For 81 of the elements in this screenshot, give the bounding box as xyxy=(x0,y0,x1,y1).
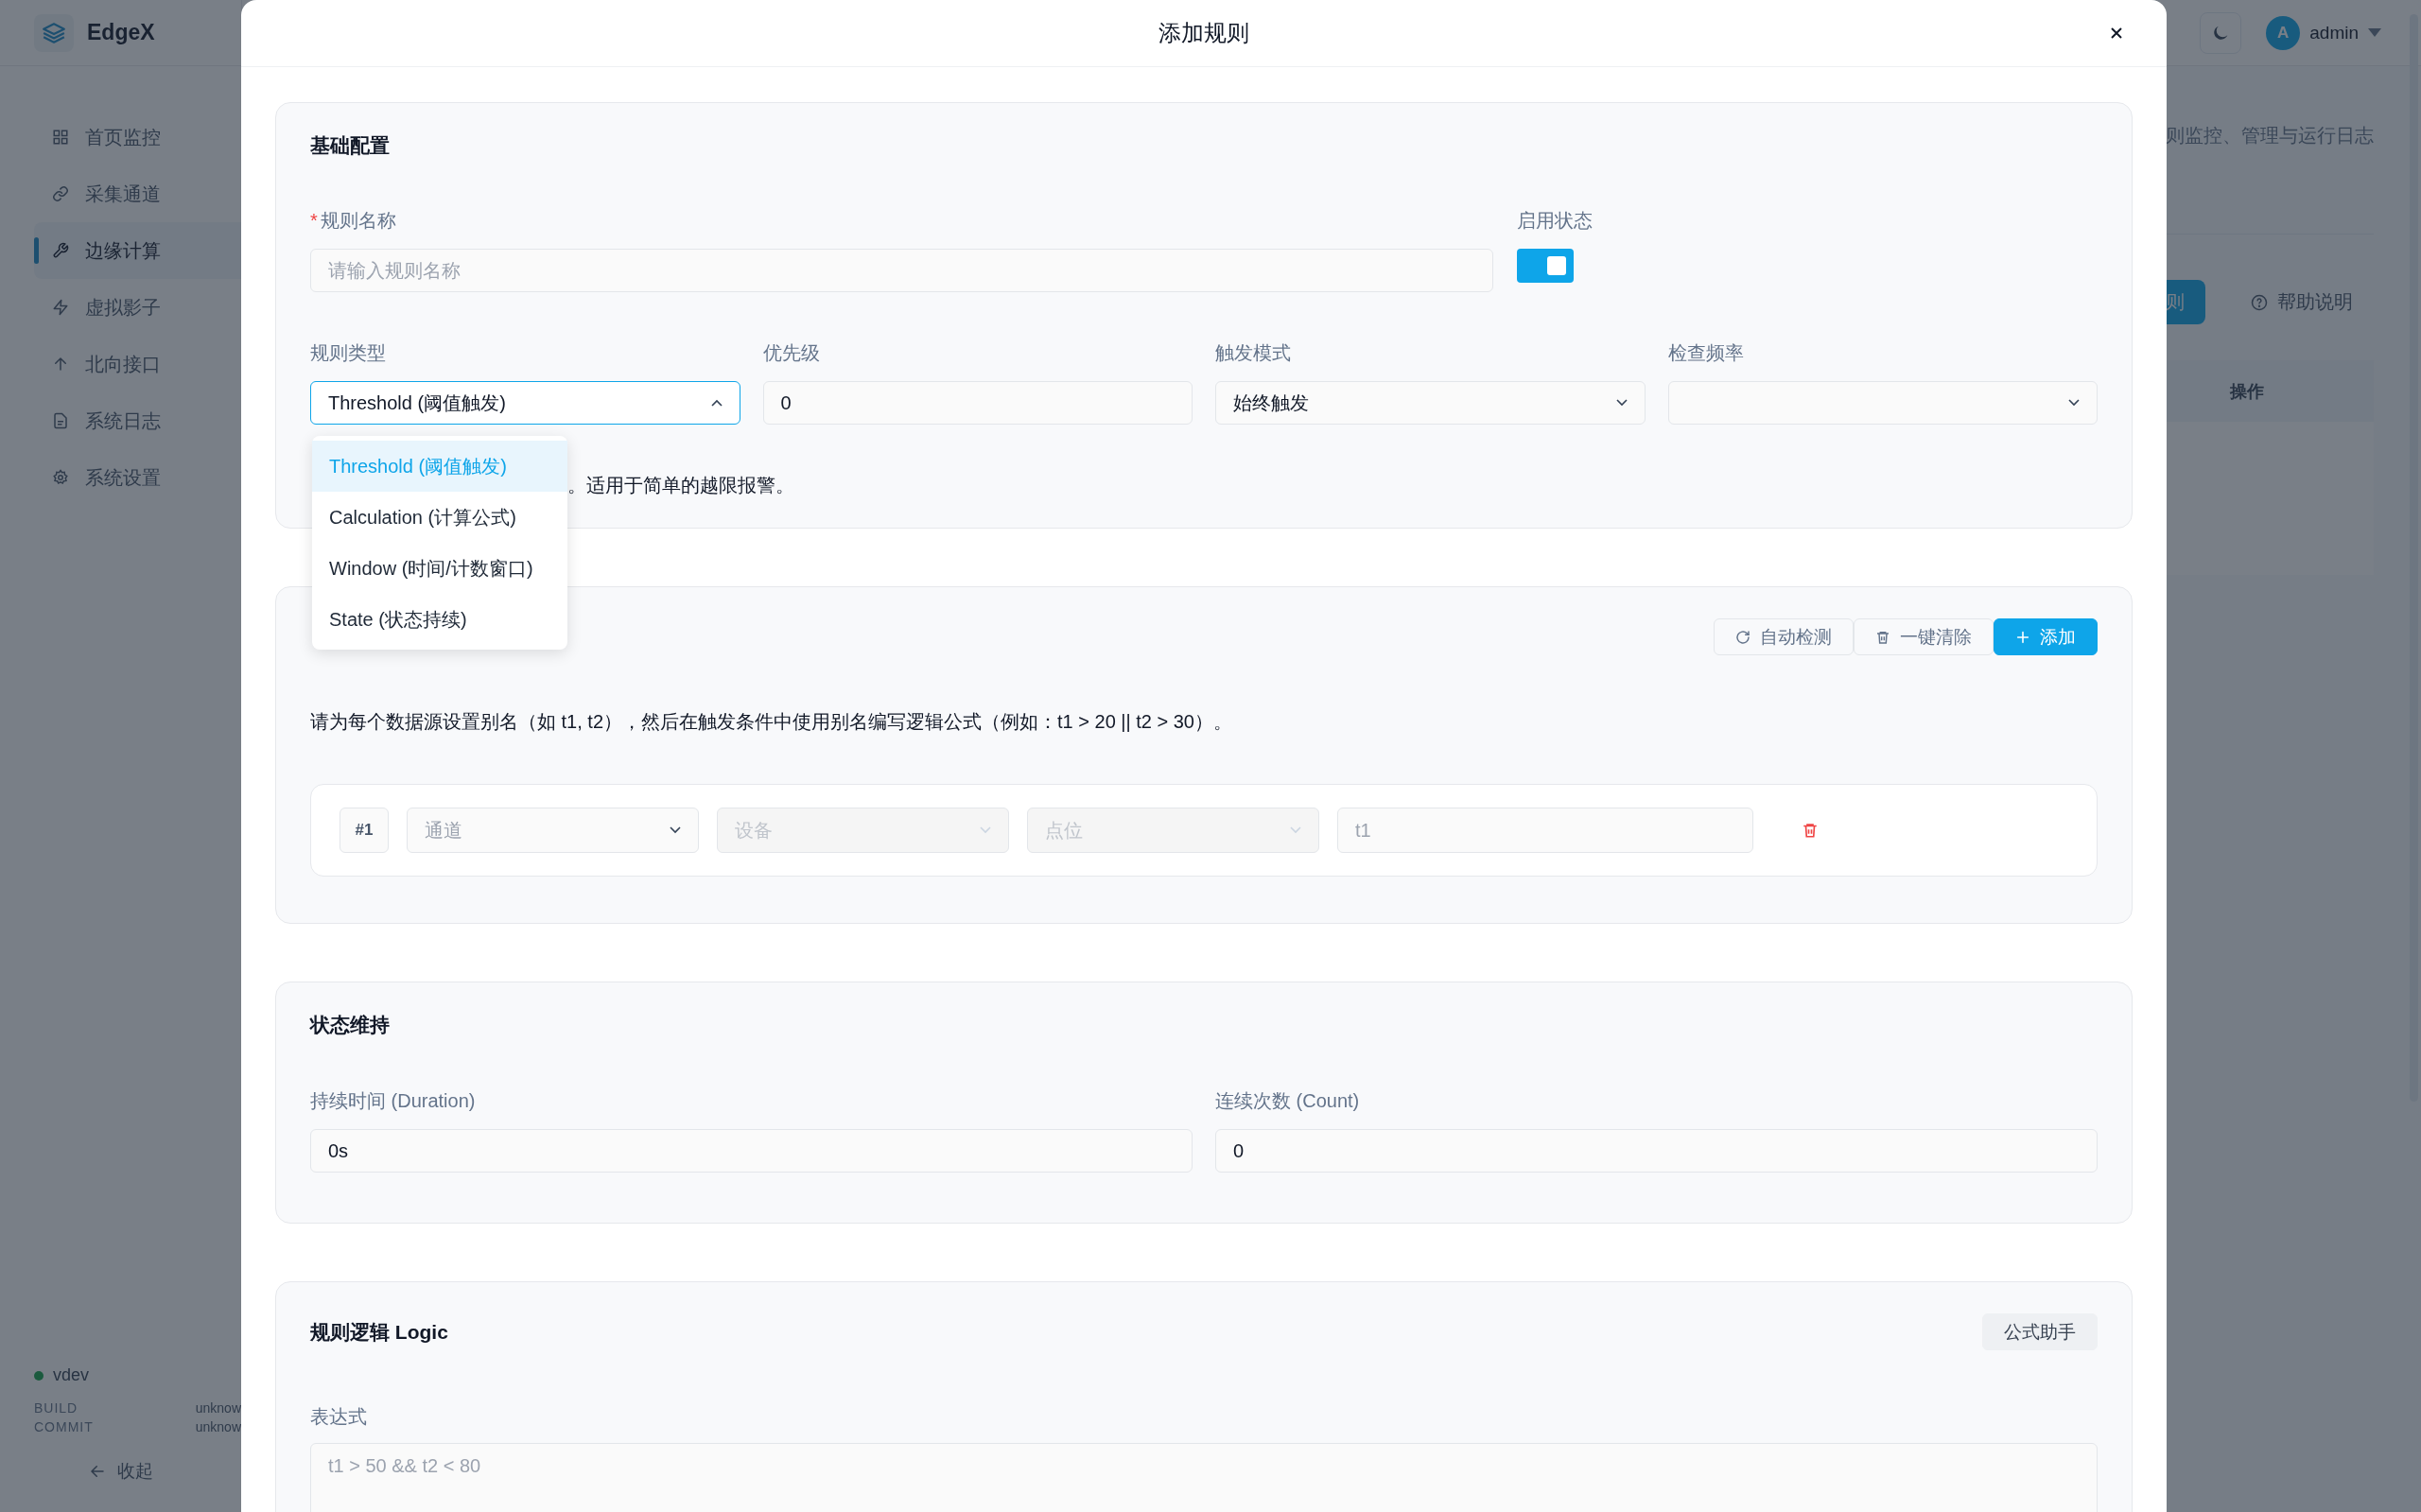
nav-item[interactable]: 系统日志 xyxy=(34,392,241,449)
add-button[interactable]: 添加 xyxy=(1994,618,2098,655)
number-input[interactable]: 0 xyxy=(1215,1129,2098,1173)
formula-helper-button[interactable]: 公式助手 xyxy=(1982,1313,2098,1350)
field-label: 连续次数 (Count) xyxy=(1215,1089,1361,1112)
build-value: unknow xyxy=(195,1399,241,1417)
rule-type-hint: 。适用于简单的越限报警。 xyxy=(567,474,795,496)
field-label: 触发模式 xyxy=(1215,341,1292,364)
section-title: 基础配置 xyxy=(310,134,391,157)
source-select[interactable]: 通道 xyxy=(407,808,699,853)
trash-icon xyxy=(1875,629,1890,645)
active-indicator xyxy=(34,237,39,264)
link-icon xyxy=(52,185,69,202)
chevron-down-icon xyxy=(1615,399,1628,407)
field-label: 检查频率 xyxy=(1667,341,1745,364)
commit-value: unknow xyxy=(195,1418,241,1436)
rule-name-input[interactable]: 请输入规则名称 xyxy=(310,249,1493,292)
dropdown-option[interactable]: State (状态持续) xyxy=(312,594,567,645)
toggle-switch[interactable] xyxy=(1517,249,1574,283)
expression-field[interactable]: t1 > 50 && t2 < 80 xyxy=(310,1443,2098,1512)
rule-type-select[interactable]: Threshold (阈值触发) xyxy=(310,381,740,425)
section-title: 状态维持 xyxy=(310,1014,391,1036)
page-subtitle: 则监控、管理与运行日志 xyxy=(2166,125,2374,146)
clear-button[interactable]: 一键清除 xyxy=(1854,618,1994,655)
delete-icon[interactable] xyxy=(1802,822,1819,839)
theme-toggle-button[interactable] xyxy=(2200,11,2242,54)
data-source-hint: 请为每个数据源设置别名（如 t1, t2），然后在触发条件中使用别名编写逻辑公式（例如：t1 > 20 || t2 > 30）。 xyxy=(310,710,1233,733)
nav-item[interactable]: 虚拟影子 xyxy=(34,279,241,336)
trigger-mode-select[interactable]: 始终触发 xyxy=(1215,381,1646,425)
settings-icon xyxy=(52,469,69,486)
collapse-button[interactable]: 收起 xyxy=(88,1459,153,1484)
arrow-up-icon xyxy=(52,356,69,373)
user-name: admin xyxy=(2309,22,2359,43)
chevron-down-icon xyxy=(2068,399,2080,407)
help-link[interactable]: 帮助说明 xyxy=(2251,289,2353,315)
dropdown-option[interactable]: Calculation (计算公式) xyxy=(312,492,567,543)
column-header: 操作 xyxy=(2230,380,2264,403)
close-icon[interactable] xyxy=(2110,26,2123,40)
field-label: 规则类型 xyxy=(310,341,387,364)
arrow-left-icon xyxy=(88,1463,106,1480)
field-label: 规则名称 xyxy=(320,209,396,232)
auto-detect-button[interactable]: 自动检测 xyxy=(1714,618,1854,655)
chevron-down-icon xyxy=(670,826,681,834)
field-label: 持续时间 (Duration) xyxy=(310,1089,477,1112)
number-input[interactable]: 0s xyxy=(310,1129,1193,1173)
help-icon xyxy=(2251,293,2268,311)
version-text: vdev xyxy=(53,1365,90,1385)
priority-input[interactable]: 0 xyxy=(762,381,1193,425)
nav-item[interactable]: 北向接口 xyxy=(34,336,241,392)
nav-item[interactable]: 系统设置 xyxy=(34,449,241,506)
dropdown-option[interactable]: Threshold (阈值触发) xyxy=(312,441,567,492)
nav-item[interactable]: 采集通道 xyxy=(34,165,241,222)
commit-label: COMMIT xyxy=(34,1418,94,1436)
nav-item[interactable]: 边缘计算 xyxy=(34,222,241,279)
check-frequency-select[interactable] xyxy=(1667,381,2098,425)
chevron-up-icon xyxy=(710,399,723,407)
refresh-icon xyxy=(1735,629,1750,645)
field-label: 启用状态 xyxy=(1517,209,1594,232)
chevron-down-icon xyxy=(1290,826,1301,834)
document-icon xyxy=(52,412,69,429)
grid-icon xyxy=(52,129,69,146)
logo-icon xyxy=(34,13,74,52)
lightning-icon xyxy=(52,299,69,316)
caret-icon xyxy=(2368,28,2381,37)
avatar: A xyxy=(2266,15,2301,50)
brand-name: EdgeX xyxy=(87,20,155,45)
build-label: BUILD xyxy=(34,1399,78,1417)
wrench-icon xyxy=(52,242,69,259)
plus-icon xyxy=(2015,629,2030,645)
dropdown-option[interactable]: Window (时间/计数窗口) xyxy=(312,543,567,594)
nav-item[interactable]: 首页监控 xyxy=(34,109,241,165)
user-menu[interactable]: A admin xyxy=(2266,15,2381,50)
row-index: #1 xyxy=(340,808,389,853)
field-label: 表达式 xyxy=(310,1405,368,1428)
section-title: 规则逻辑 Logic xyxy=(310,1320,448,1344)
alias-input[interactable]: t1 xyxy=(1337,808,1753,853)
dialog-title: 添加规则 xyxy=(1158,19,1249,47)
required-mark: * xyxy=(310,209,318,232)
status-dot-icon xyxy=(34,1370,44,1381)
field-label: 优先级 xyxy=(762,341,821,364)
chevron-down-icon xyxy=(980,826,991,834)
